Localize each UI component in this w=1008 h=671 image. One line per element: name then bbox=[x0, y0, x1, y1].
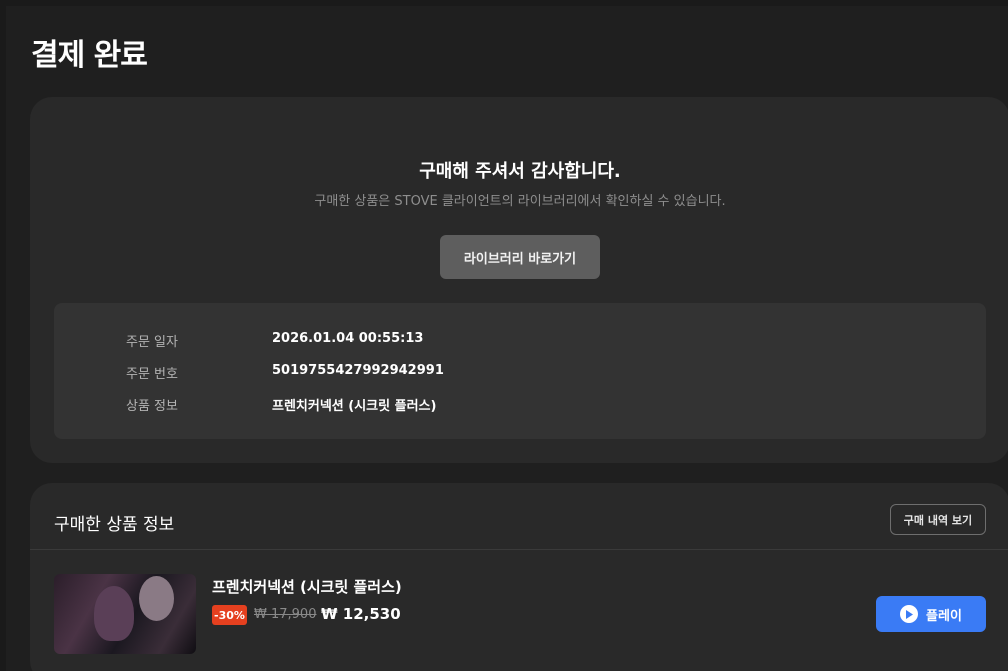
game-cover-image[interactable] bbox=[54, 574, 196, 654]
order-date-row: 주문 일자 2026.01.04 00:55:13 bbox=[54, 331, 986, 351]
product-info-label: 상품 정보 bbox=[126, 399, 178, 414]
play-icon bbox=[900, 605, 919, 623]
go-to-library-button[interactable]: 라이브러리 바로가기 bbox=[440, 235, 600, 279]
product-info-row: 상품 정보 프렌치커넥션 (시크릿 플러스) bbox=[54, 395, 986, 415]
purchased-products-card: 구매한 상품 정보 구매 내역 보기 프렌치커넥션 (시크릿 플러스) -30%… bbox=[30, 483, 1008, 671]
order-number-row: 주문 번호 5019755427992942991 bbox=[54, 363, 986, 383]
order-date-value: 2026.01.04 00:55:13 bbox=[272, 331, 424, 346]
final-price: ₩ 12,530 bbox=[321, 605, 401, 623]
page-frame: 결제 완료 구매해 주셔서 감사합니다. 구매한 상품은 STOVE 클라이언트… bbox=[6, 6, 1008, 671]
original-price: ₩ 17,900 bbox=[254, 607, 317, 622]
purchase-history-button[interactable]: 구매 내역 보기 bbox=[890, 504, 986, 535]
library-hint: 구매한 상품은 STOVE 클라이언트의 라이브러리에서 확인하실 수 있습니다… bbox=[314, 194, 726, 209]
divider bbox=[30, 549, 1008, 550]
cover-figure bbox=[139, 576, 174, 621]
page-title: 결제 완료 bbox=[31, 38, 148, 73]
play-button-label: 플레이 bbox=[926, 608, 962, 624]
order-info-box: 주문 일자 2026.01.04 00:55:13 주문 번호 50197554… bbox=[54, 303, 986, 439]
play-button[interactable]: 플레이 bbox=[876, 596, 986, 632]
order-number-value: 5019755427992942991 bbox=[272, 363, 444, 378]
product-name[interactable]: 프렌치커넥션 (시크릿 플러스) bbox=[212, 576, 402, 597]
completion-card: 구매해 주셔서 감사합니다. 구매한 상품은 STOVE 클라이언트의 라이브러… bbox=[30, 97, 1008, 463]
purchased-products-heading: 구매한 상품 정보 bbox=[54, 515, 175, 535]
discount-badge: -30% bbox=[212, 605, 247, 625]
product-info-value: 프렌치커넥션 (시크릿 플러스) bbox=[272, 399, 437, 414]
cover-figure bbox=[94, 586, 134, 641]
order-number-label: 주문 번호 bbox=[126, 367, 178, 382]
thanks-message: 구매해 주셔서 감사합니다. bbox=[419, 161, 621, 182]
order-date-label: 주문 일자 bbox=[126, 335, 178, 350]
